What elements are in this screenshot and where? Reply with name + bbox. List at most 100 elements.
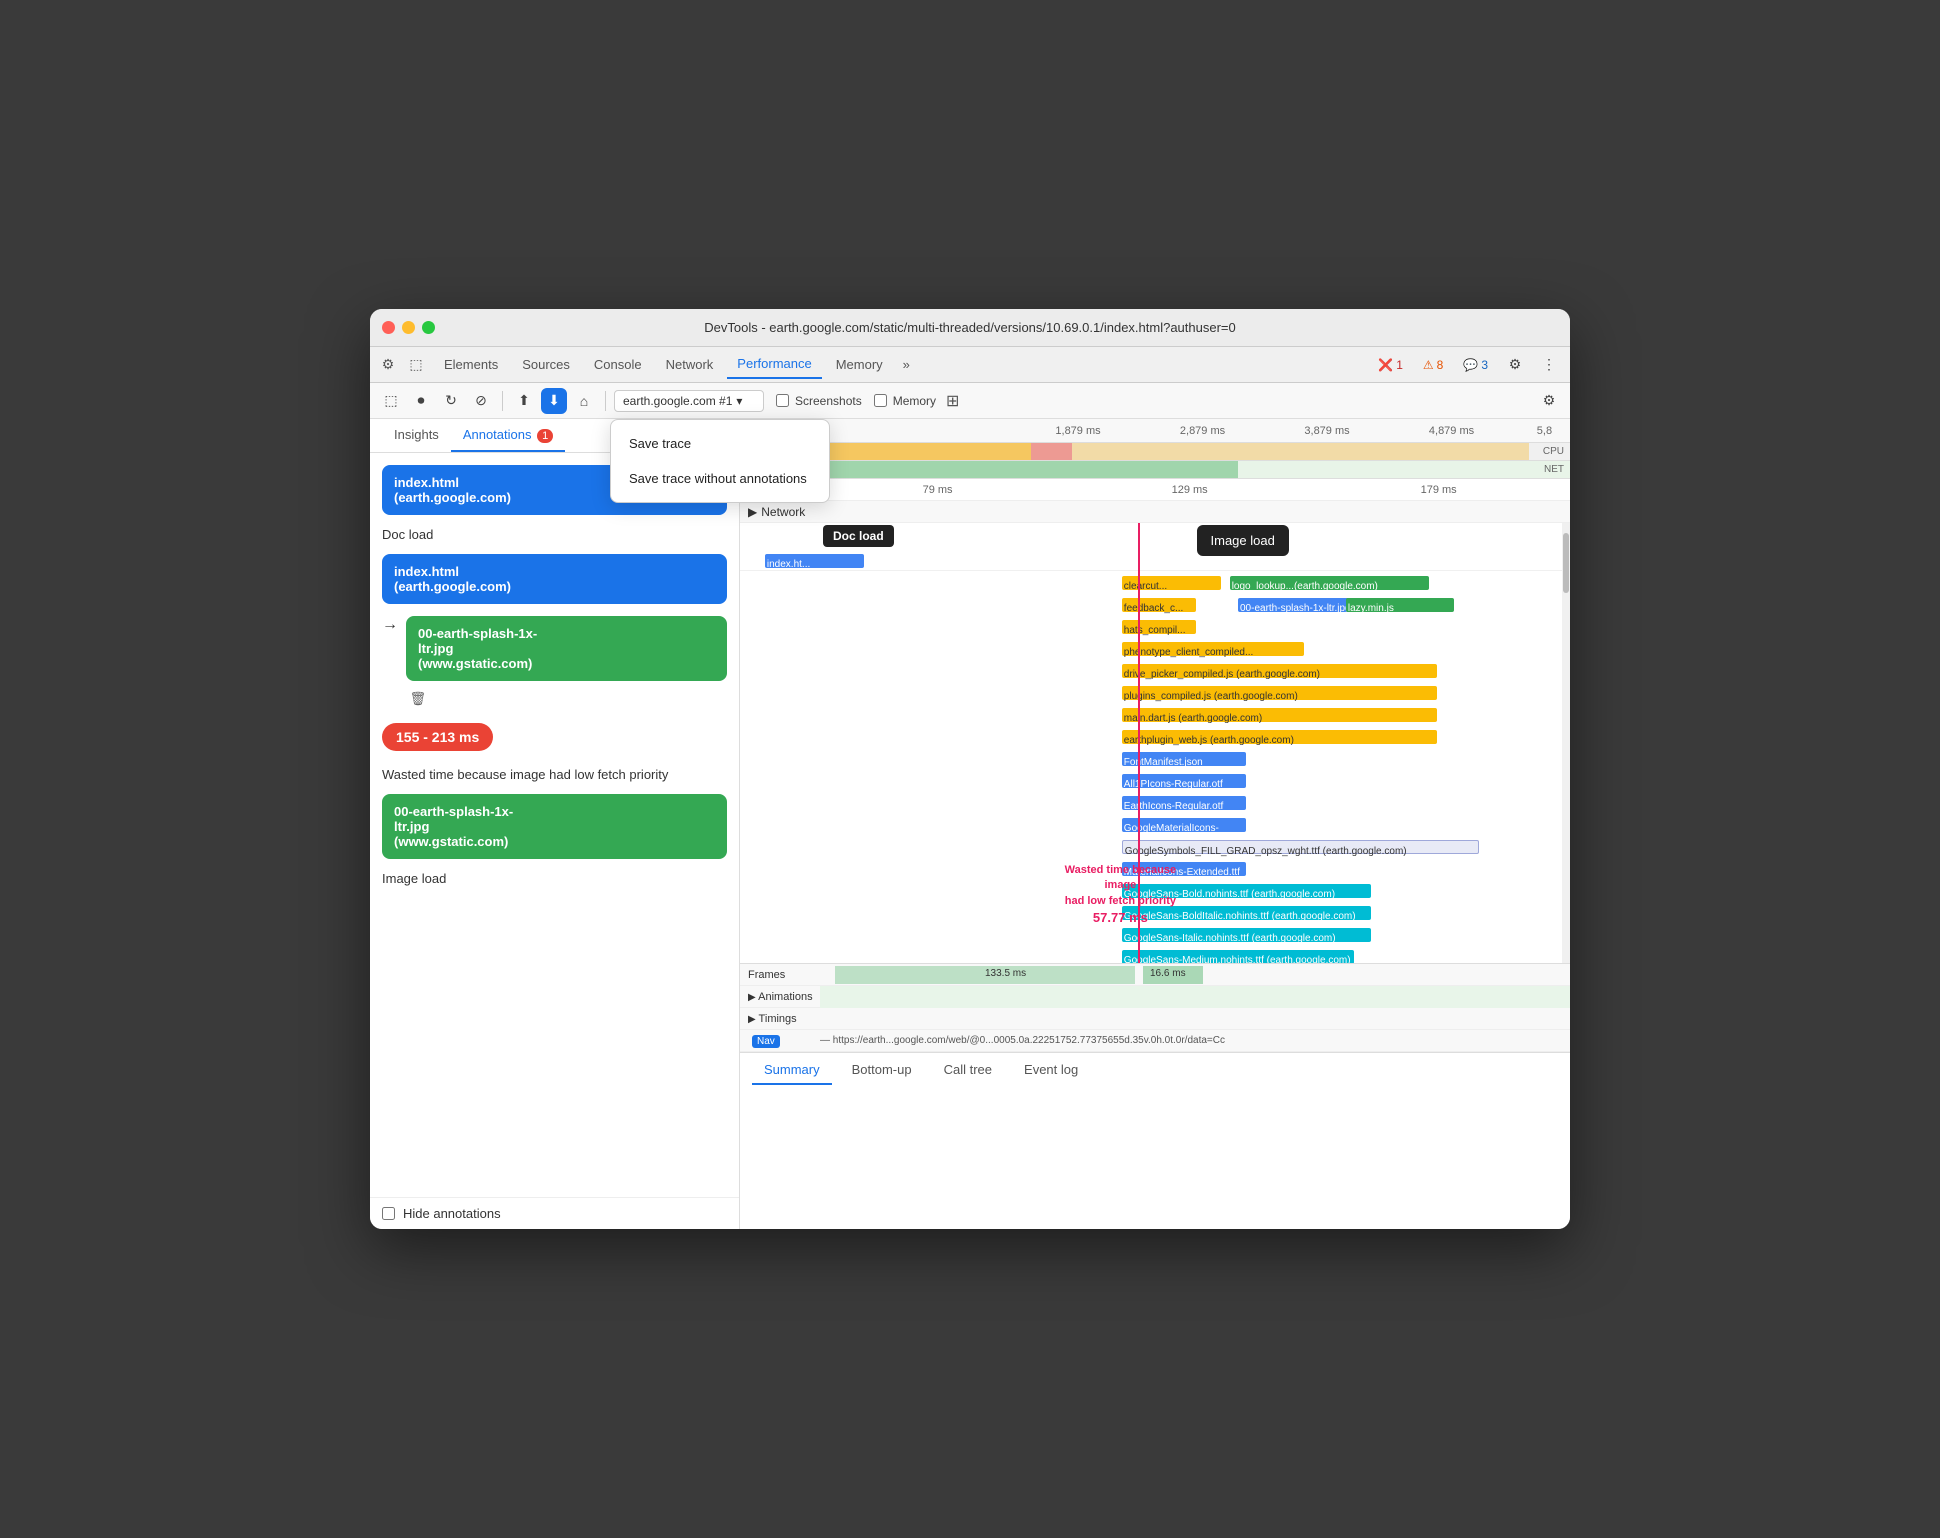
bar-phenotype-label: phenotype_client_compiled... [1122, 647, 1254, 658]
left-panel: Insights Annotations 1 index.html(earth.… [370, 419, 740, 1229]
right-panel: 1,879 ms 2,879 ms 3,879 ms 4,879 ms 5,8 … [740, 419, 1570, 1229]
scrollbar-thumb[interactable] [1563, 533, 1569, 593]
error-badge-yellow: ⚠ 8 [1417, 356, 1449, 374]
toolbar: ⬚ ⏺ ↻ ⊘ ⬆ ⬇ Save trace Save trace withou… [370, 383, 1570, 419]
hide-annotations-checkbox[interactable] [382, 1207, 395, 1220]
row-earthplugin: earthplugin_web.js (earth.google.com) [740, 727, 1570, 747]
row-main-dart: main.dart.js (earth.google.com) [740, 705, 1570, 725]
tab-more[interactable]: » [897, 353, 916, 376]
frames-val-2: 16.6 ms [1150, 968, 1186, 979]
more-options-icon[interactable]: ⋮ [1536, 352, 1562, 378]
tab-bar: ⚙ ⬚ Elements Sources Console Network Per… [370, 347, 1570, 383]
scrollbar[interactable] [1562, 523, 1570, 963]
row-animations: ▶ Animations [740, 986, 1570, 1008]
record-btn[interactable]: ⏺ [408, 388, 434, 414]
timeline-area[interactable]: ▶ Network Doc load Image load index.ht..… [740, 501, 1570, 1229]
tab-insights[interactable]: Insights [382, 419, 451, 452]
inspect-icon[interactable]: ⬚ [406, 355, 426, 375]
bar-gsmedium: GoogleSans-Medium.nohints.ttf (earth.goo… [1122, 950, 1354, 963]
settings-toolbar-btn[interactable]: ⚙ [1536, 388, 1562, 414]
network-header: ▶ Network [740, 501, 1570, 523]
bar-gmicons: GoogleMaterialIcons-Regular... [1122, 818, 1247, 832]
hide-annotations-label: Hide annotations [403, 1206, 501, 1221]
hide-annotations: Hide annotations [370, 1197, 739, 1229]
devtools-window: DevTools - earth.google.com/static/multi… [370, 309, 1570, 1229]
devtools-icon: ⚙ [378, 355, 398, 375]
delete-annotation-btn[interactable]: 🗑 [406, 687, 430, 711]
annotation-card-1-text: index.html(earth.google.com) [394, 475, 511, 505]
local-mark-129: 129 ms [1172, 484, 1208, 496]
bar-feedback: feedback_c... [1122, 598, 1197, 612]
memory-checkbox-group: Memory [874, 394, 936, 408]
bottom-tab-calltree[interactable]: Call tree [932, 1056, 1004, 1085]
tab-right-icons: ❌ 1 ⚠ 8 💬 3 ⚙ ⋮ [1372, 352, 1562, 378]
bottom-tab-summary[interactable]: Summary [752, 1056, 832, 1085]
minimize-button[interactable] [402, 321, 415, 334]
url-selector[interactable]: earth.google.com #1 ▾ [614, 390, 764, 412]
row-plugins: plugins_compiled.js (earth.google.com) [740, 683, 1570, 703]
bar-gsmedium-label: GoogleSans-Medium.nohints.ttf (earth.goo… [1122, 955, 1351, 963]
row-clearcut: clearcut... logo_lookup...(earth.google.… [740, 573, 1570, 593]
bar-all1picons: All1PIcons-Regular.otf (earth.... [1122, 774, 1247, 788]
memory-checkbox[interactable] [874, 394, 887, 407]
tab-memory[interactable]: Memory [826, 351, 893, 378]
net-label: NET [1544, 464, 1564, 475]
bar-logo: logo_lookup...(earth.google.com) [1230, 576, 1429, 590]
row-feedback: feedback_c... 00-earth-splash-1x-ltr.jpg… [740, 595, 1570, 615]
save-trace-no-annotations-item[interactable]: Save trace without annotations [611, 461, 829, 496]
bottom-tab-bottomup[interactable]: Bottom-up [840, 1056, 924, 1085]
close-button[interactable] [382, 321, 395, 334]
doc-load-tooltip: Doc load [823, 525, 894, 547]
bar-feedback-label: feedback_c... [1122, 603, 1183, 614]
bar-phenotype: phenotype_client_compiled... [1122, 642, 1305, 656]
bottom-tab-eventlog[interactable]: Event log [1012, 1056, 1090, 1085]
ruler-mark-1879: 1,879 ms [1055, 425, 1100, 437]
bottom-rows: Frames 133.5 ms 16.6 ms ▶ Animations [740, 963, 1570, 1052]
toggle-sidebar-btn[interactable]: ⬚ [378, 388, 404, 414]
bar-gsitalic: GoogleSans-Italic.nohints.ttf (earth.goo… [1122, 928, 1371, 942]
tab-sources[interactable]: Sources [512, 351, 580, 378]
row-nav: Nav — https://earth...google.com/web/@0.… [740, 1030, 1570, 1052]
row-phenotype: phenotype_client_compiled... [740, 639, 1570, 659]
image-load-tooltip: Image load [1197, 525, 1289, 556]
ruler-mark-5: 5,8 [1537, 425, 1552, 437]
tab-annotations[interactable]: Annotations 1 [451, 419, 565, 452]
separator-1 [502, 391, 503, 411]
bar-fontmanifest: FontManifest.json (earth.goo... [1122, 752, 1247, 766]
settings-icon[interactable]: ⚙ [1502, 352, 1528, 378]
arrow-icon: → [382, 616, 398, 634]
tab-console[interactable]: Console [584, 351, 652, 378]
error-badge-blue: 💬 3 [1457, 356, 1494, 374]
annotation-card-3: 00-earth-splash-1x-ltr.jpg(www.gstatic.c… [406, 616, 727, 681]
tab-performance[interactable]: Performance [727, 350, 821, 379]
save-trace-item[interactable]: Save trace [611, 426, 829, 461]
annotation-card-4-text: 00-earth-splash-1x-ltr.jpg(www.gstatic.c… [394, 804, 513, 849]
clear-btn[interactable]: ⊘ [468, 388, 494, 414]
bar-earthplugin-label: earthplugin_web.js (earth.google.com) [1122, 735, 1294, 746]
home-btn[interactable]: ⌂ [571, 388, 597, 414]
window-title: DevTools - earth.google.com/static/multi… [704, 320, 1235, 335]
annotation-card-3-text: 00-earth-splash-1x-ltr.jpg(www.gstatic.c… [418, 626, 537, 671]
row-earthicons: EarthIcons-Regular.otf (earth... [740, 793, 1570, 813]
bar-gsymbols: GoogleSymbols_FILL_GRAD_opsz_wght.ttf (e… [1122, 840, 1479, 854]
row-hats: hats_compil... [740, 617, 1570, 637]
annotation-card-2: index.html(earth.google.com) [382, 554, 727, 604]
row-gsmedium: GoogleSans-Medium.nohints.ttf (earth.goo… [740, 947, 1570, 963]
refresh-btn[interactable]: ↻ [438, 388, 464, 414]
download-btn[interactable]: ⬇ [541, 388, 567, 414]
ruler-mark-4879: 4,879 ms [1429, 425, 1474, 437]
network-bars: Doc load Image load index.ht... clearcut… [740, 523, 1570, 963]
separator-2 [605, 391, 606, 411]
upload-btn[interactable]: ⬆ [511, 388, 537, 414]
bar-index-html: index.ht... [765, 554, 865, 568]
bar-index-html-label: index.ht... [765, 559, 810, 570]
tab-network[interactable]: Network [656, 351, 724, 378]
maximize-button[interactable] [422, 321, 435, 334]
tab-elements[interactable]: Elements [434, 351, 508, 378]
bar-plugins: plugins_compiled.js (earth.google.com) [1122, 686, 1437, 700]
frames-bar-area: 133.5 ms 16.6 ms [820, 964, 1570, 986]
bar-main-dart-label: main.dart.js (earth.google.com) [1122, 713, 1262, 724]
screenshots-checkbox[interactable] [776, 394, 789, 407]
annotation-card-2-text: index.html(earth.google.com) [394, 564, 511, 594]
row-all1picons: All1PIcons-Regular.otf (earth.... [740, 771, 1570, 791]
